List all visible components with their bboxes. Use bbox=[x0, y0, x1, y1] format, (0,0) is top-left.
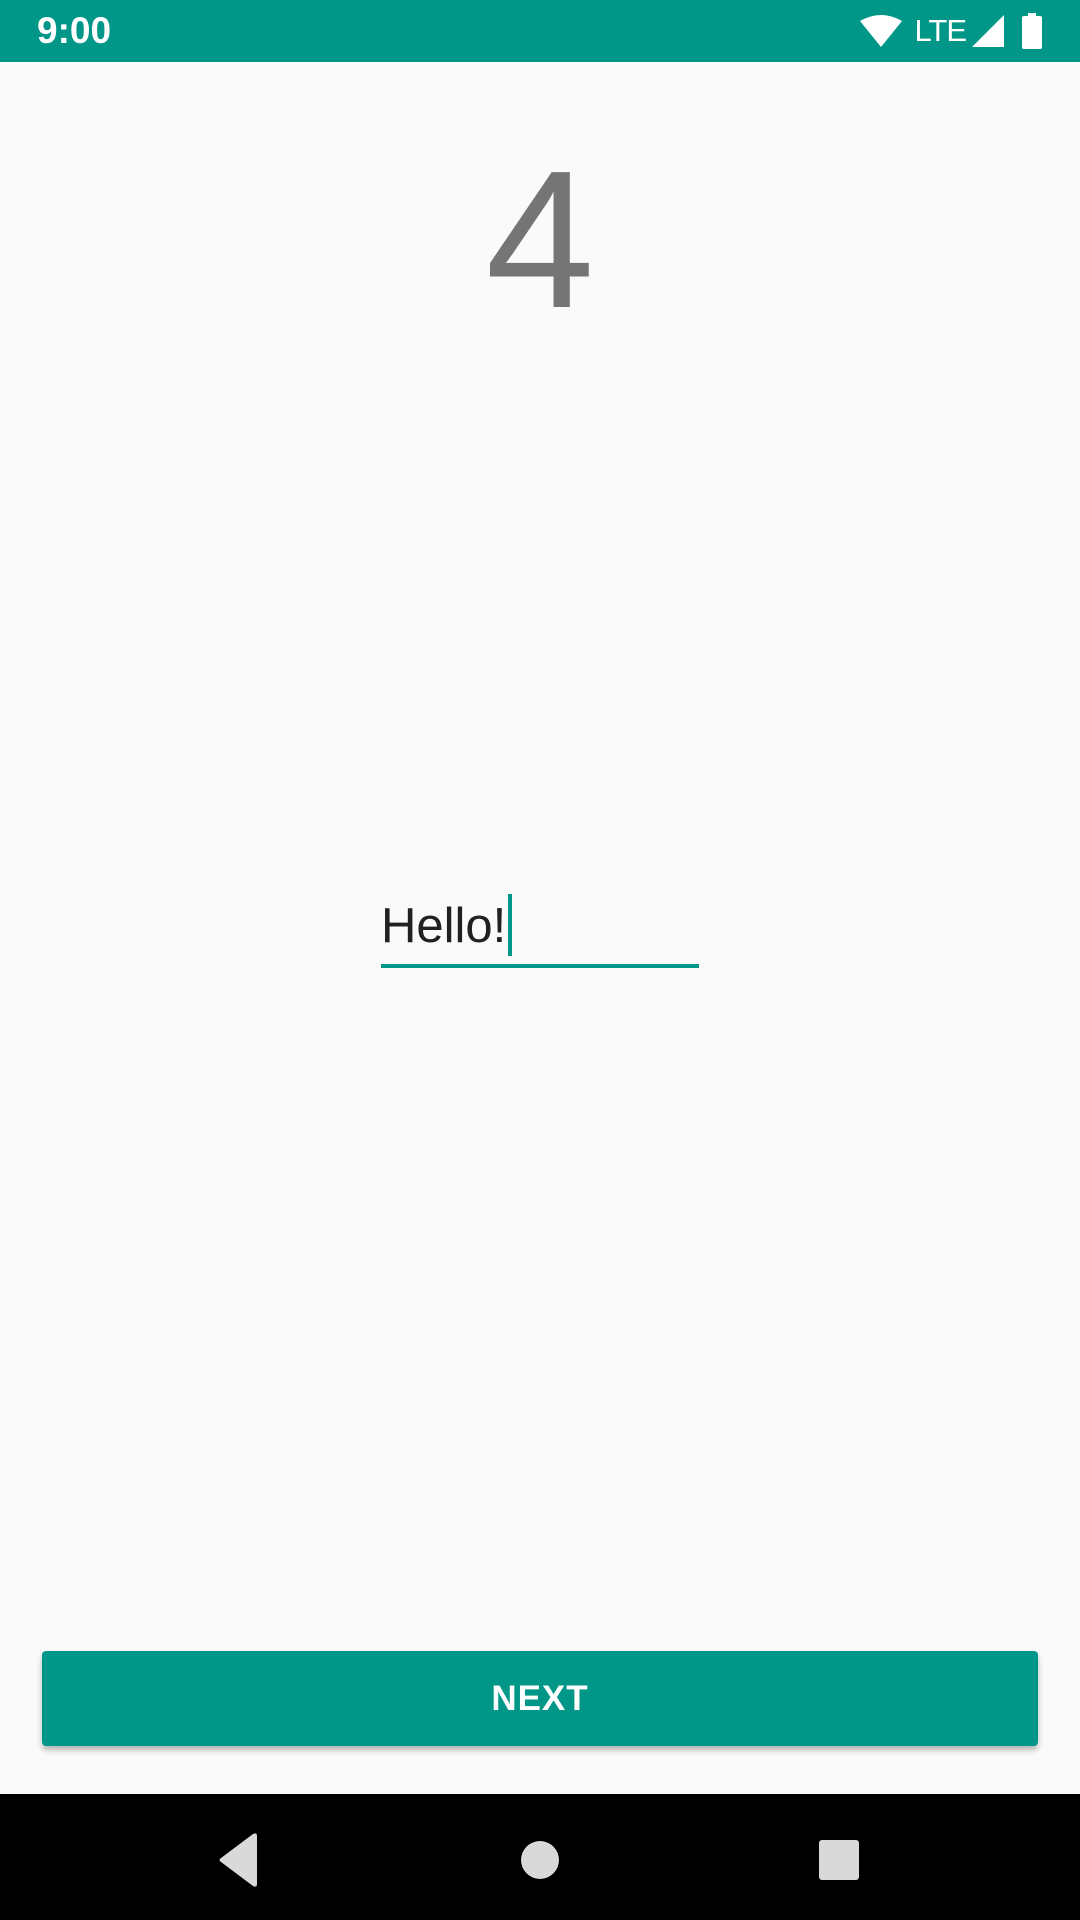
battery-icon bbox=[1022, 13, 1042, 49]
status-icons: LTE bbox=[860, 13, 1042, 49]
message-input[interactable]: Hello! bbox=[381, 890, 699, 968]
back-icon[interactable] bbox=[209, 1830, 269, 1890]
status-time: 9:00 bbox=[37, 10, 112, 51]
input-underline bbox=[381, 964, 699, 968]
network-type-label: LTE bbox=[914, 13, 967, 48]
recents-icon[interactable] bbox=[808, 1830, 868, 1890]
home-icon[interactable] bbox=[510, 1830, 570, 1890]
message-input-text[interactable]: Hello! bbox=[381, 899, 506, 953]
signal-icon bbox=[972, 15, 1004, 47]
navigation-bar bbox=[0, 1794, 1080, 1920]
next-button[interactable]: NEXT bbox=[42, 1651, 1038, 1746]
text-cursor bbox=[508, 894, 513, 956]
message-input-value[interactable]: Hello! bbox=[381, 894, 513, 956]
counter-display: 4 bbox=[485, 130, 595, 349]
status-bar: 9:00 LTE bbox=[0, 0, 1080, 62]
wifi-icon bbox=[860, 15, 903, 47]
screen: 9:00 LTE 4 Hello! NEXT bbox=[0, 0, 1080, 1920]
